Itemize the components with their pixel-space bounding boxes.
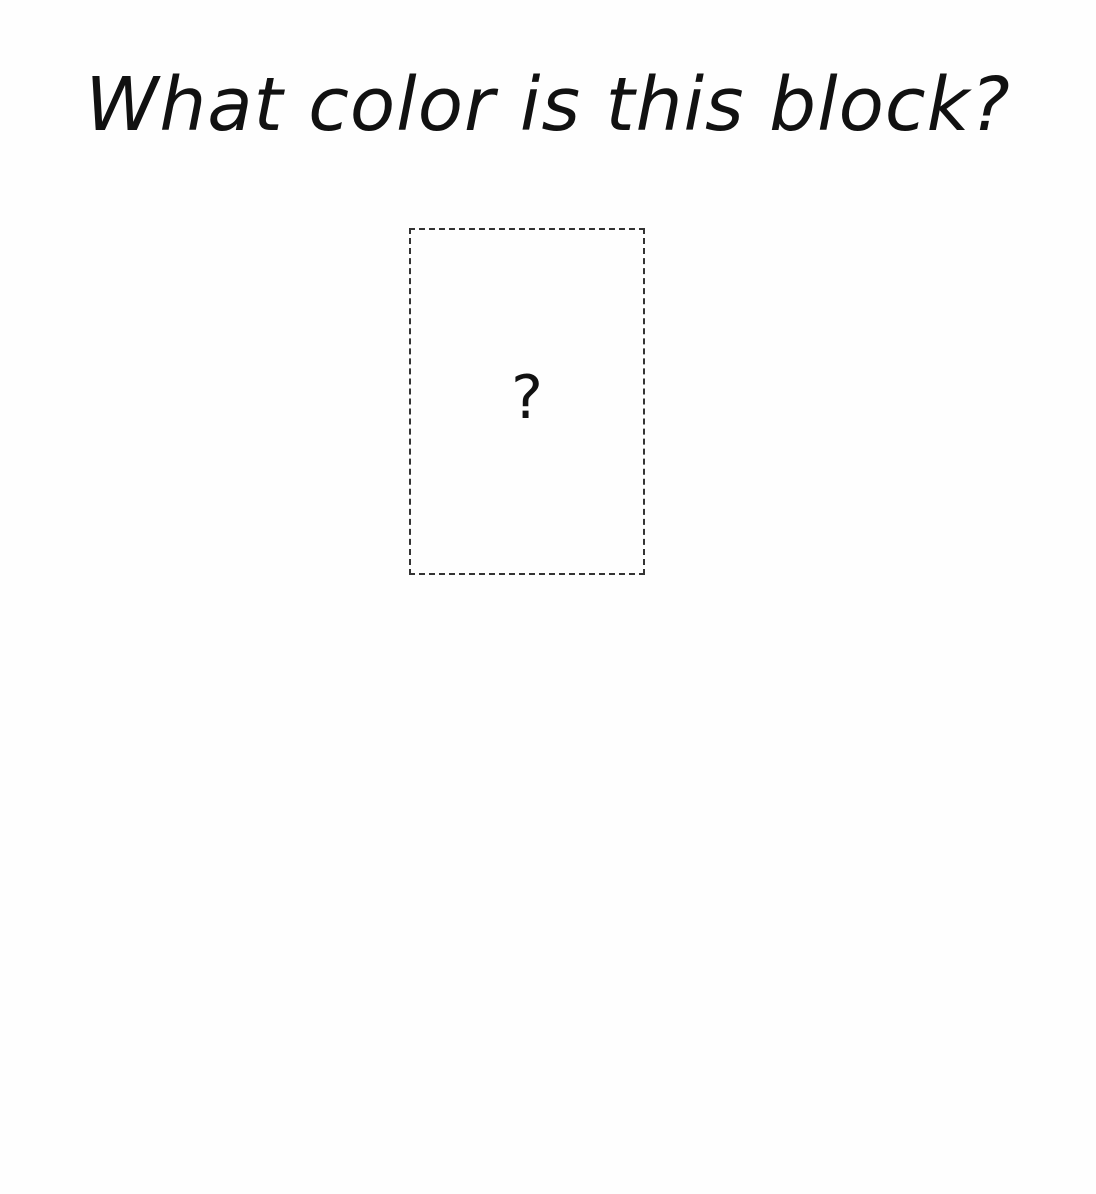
question-title: What color is this block?: [85, 62, 1011, 148]
mystery-block: ?: [409, 228, 645, 575]
quiz-page: What color is this block? ?: [0, 0, 1096, 1194]
question-mark: ?: [511, 362, 543, 433]
